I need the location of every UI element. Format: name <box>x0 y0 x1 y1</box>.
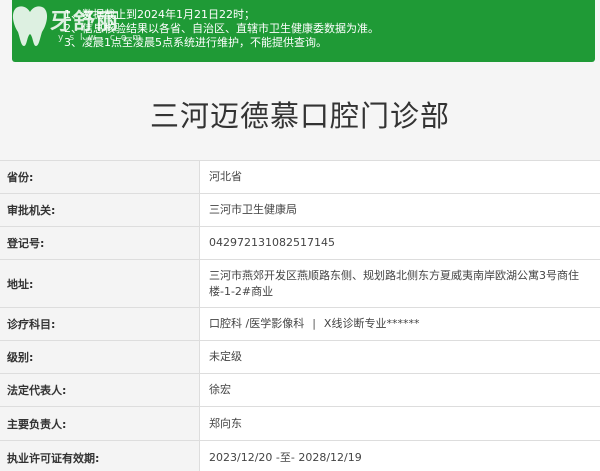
value-principal: 郑向东 <box>200 407 600 440</box>
label-departments: 诊疗科目: <box>0 308 200 340</box>
label-principal: 主要负责人: <box>0 407 200 440</box>
row-authority: 审批机关: 三河市卫生健康局 <box>0 194 600 227</box>
info-table: 省份: 河北省 审批机关: 三河市卫生健康局 登记号: 042972131082… <box>0 160 600 471</box>
row-registration: 登记号: 042972131082517145 <box>0 227 600 260</box>
row-level: 级别: 未定级 <box>0 341 600 374</box>
label-license-validity: 执业许可证有效期: <box>0 441 200 471</box>
department-part-1: 口腔科 /医学影像科 <box>209 317 305 330</box>
value-departments: 口腔科 /医学影像科 | X线诊断专业****** <box>200 308 600 340</box>
row-province: 省份: 河北省 <box>0 161 600 194</box>
value-province: 河北省 <box>200 161 600 193</box>
value-license-validity: 2023/12/20 -至- 2028/12/19 <box>200 441 600 471</box>
label-level: 级别: <box>0 341 200 373</box>
row-legal-rep: 法定代表人: 徐宏 <box>0 374 600 407</box>
department-part-2: X线诊断专业****** <box>323 317 420 330</box>
label-registration: 登记号: <box>0 227 200 259</box>
value-level: 未定级 <box>200 341 600 373</box>
value-address: 三河市燕郊开发区燕顺路东侧、规划路北侧东方夏威夷南岸欧湖公寓3号商住楼-1-2#… <box>200 260 600 307</box>
value-authority: 三河市卫生健康局 <box>200 194 600 226</box>
notice-line-1: 1、数据截止到2024年1月21日22时； <box>64 8 255 21</box>
watermark-logo: 牙舒丽 yslw.com <box>0 0 141 56</box>
logo-text: 牙舒丽 <box>50 9 120 35</box>
label-legal-rep: 法定代表人: <box>0 374 200 406</box>
department-separator: | <box>312 317 316 330</box>
logo-subtext: yslw.com <box>58 33 148 43</box>
label-province: 省份: <box>0 161 200 193</box>
value-registration: 042972131082517145 <box>200 227 600 259</box>
tooth-logo-icon <box>12 6 48 46</box>
label-address: 地址: <box>0 260 200 307</box>
value-legal-rep: 徐宏 <box>200 374 600 406</box>
row-license-validity: 执业许可证有效期: 2023/12/20 -至- 2028/12/19 <box>0 441 600 471</box>
page-title: 三河迈德慕口腔门诊部 <box>149 99 450 133</box>
row-address: 地址: 三河市燕郊开发区燕顺路东侧、规划路北侧东方夏威夷南岸欧湖公寓3号商住楼-… <box>0 260 600 308</box>
label-authority: 审批机关: <box>0 194 200 226</box>
row-departments: 诊疗科目: 口腔科 /医学影像科 | X线诊断专业****** <box>0 308 600 341</box>
row-principal: 主要负责人: 郑向东 <box>0 407 600 441</box>
